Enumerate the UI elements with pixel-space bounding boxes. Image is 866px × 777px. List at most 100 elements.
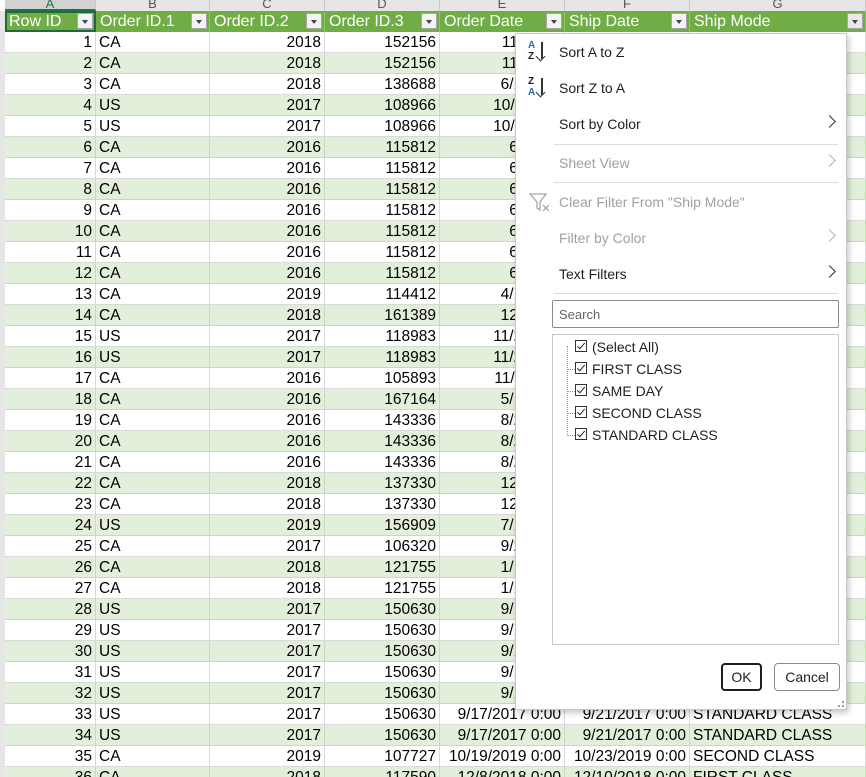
table-cell[interactable]: 105893	[325, 368, 440, 389]
table-cell[interactable]: 152156	[325, 32, 440, 53]
table-cell[interactable]: 150630	[325, 641, 440, 662]
table-cell[interactable]: 18	[5, 389, 96, 410]
checkbox-checked-icon[interactable]	[575, 428, 587, 440]
table-cell[interactable]: 1	[5, 32, 96, 53]
filter-dropdown-button[interactable]	[306, 13, 322, 29]
table-cell[interactable]: 2016	[210, 137, 325, 158]
table-cell[interactable]: 34	[5, 725, 96, 746]
table-cell[interactable]: 150630	[325, 662, 440, 683]
table-cell[interactable]: 106320	[325, 536, 440, 557]
table-cell[interactable]: CA	[96, 263, 210, 284]
table-cell[interactable]: 2018	[210, 53, 325, 74]
table-cell[interactable]: 2018	[210, 494, 325, 515]
table-cell[interactable]: CA	[96, 32, 210, 53]
table-cell[interactable]: 2018	[210, 767, 325, 777]
table-cell[interactable]: 115812	[325, 137, 440, 158]
table-cell[interactable]: CA	[96, 242, 210, 263]
table-cell[interactable]: CA	[96, 389, 210, 410]
table-cell[interactable]: CA	[96, 221, 210, 242]
table-cell[interactable]: 12/10/2018 0:00	[565, 767, 690, 777]
filter-search-input[interactable]	[552, 300, 839, 328]
table-cell[interactable]: 19	[5, 410, 96, 431]
checkbox-checked-icon[interactable]	[575, 406, 587, 418]
table-cell[interactable]: 2016	[210, 221, 325, 242]
filter-dropdown-button[interactable]	[671, 13, 687, 29]
table-cell[interactable]: 2016	[210, 452, 325, 473]
table-cell[interactable]: STANDARD CLASS	[690, 725, 866, 746]
table-cell[interactable]: CA	[96, 578, 210, 599]
header-cell[interactable]: Order ID.2	[210, 11, 325, 32]
table-cell[interactable]: 2016	[210, 410, 325, 431]
table-cell[interactable]: 137330	[325, 473, 440, 494]
table-cell[interactable]: CA	[96, 473, 210, 494]
column-letter-b[interactable]: B	[96, 0, 210, 11]
table-cell[interactable]: 107727	[325, 746, 440, 767]
table-cell[interactable]: 150630	[325, 725, 440, 746]
table-cell[interactable]: 11	[5, 242, 96, 263]
table-cell[interactable]: 121755	[325, 578, 440, 599]
table-cell[interactable]: 16	[5, 347, 96, 368]
table-cell[interactable]: 10/19/2019 0:00	[440, 746, 565, 767]
checkbox-checked-icon[interactable]	[575, 340, 587, 352]
table-cell[interactable]: 10/23/2019 0:00	[565, 746, 690, 767]
table-cell[interactable]: CA	[96, 767, 210, 777]
table-cell[interactable]: 2017	[210, 683, 325, 704]
filter-value-item[interactable]: STANDARD CLASS	[575, 424, 718, 446]
table-cell[interactable]: 10	[5, 221, 96, 242]
table-cell[interactable]: CA	[96, 431, 210, 452]
table-cell[interactable]: 115812	[325, 200, 440, 221]
filter-dropdown-button[interactable]	[421, 13, 437, 29]
table-cell[interactable]: 143336	[325, 452, 440, 473]
header-cell[interactable]: Row ID	[5, 11, 96, 32]
table-cell[interactable]: 30	[5, 641, 96, 662]
sort-by-color-item[interactable]: Sort by Color	[516, 106, 846, 142]
table-cell[interactable]: 7	[5, 158, 96, 179]
ok-button[interactable]: OK	[721, 663, 762, 691]
table-cell[interactable]: 2017	[210, 347, 325, 368]
table-cell[interactable]: 12/8/2018 0:00	[440, 767, 565, 777]
table-cell[interactable]: US	[96, 599, 210, 620]
table-cell[interactable]: 2017	[210, 95, 325, 116]
table-cell[interactable]: 2016	[210, 242, 325, 263]
table-cell[interactable]: CA	[96, 53, 210, 74]
table-cell[interactable]: 2018	[210, 32, 325, 53]
table-cell[interactable]: 114412	[325, 284, 440, 305]
table-cell[interactable]: 2017	[210, 599, 325, 620]
column-letter-c[interactable]: C	[210, 0, 325, 11]
table-cell[interactable]: 15	[5, 326, 96, 347]
table-cell[interactable]: 8	[5, 179, 96, 200]
table-cell[interactable]: 9	[5, 200, 96, 221]
table-cell[interactable]: 2018	[210, 473, 325, 494]
table-cell[interactable]: 24	[5, 515, 96, 536]
table-cell[interactable]: 33	[5, 704, 96, 725]
table-cell[interactable]: 2016	[210, 431, 325, 452]
filter-dropdown-button[interactable]	[546, 13, 562, 29]
table-cell[interactable]: 9/21/2017 0:00	[565, 725, 690, 746]
table-cell[interactable]: CA	[96, 284, 210, 305]
filter-value-item[interactable]: SAME DAY	[575, 380, 663, 402]
table-cell[interactable]: 9/17/2017 0:00	[440, 725, 565, 746]
table-cell[interactable]: 115812	[325, 242, 440, 263]
table-cell[interactable]: 150630	[325, 599, 440, 620]
table-cell[interactable]: CA	[96, 746, 210, 767]
table-cell[interactable]: 2017	[210, 725, 325, 746]
table-cell[interactable]: 5	[5, 116, 96, 137]
checkbox-checked-icon[interactable]	[575, 362, 587, 374]
table-cell[interactable]: SECOND CLASS	[690, 746, 866, 767]
table-cell[interactable]: 12	[5, 263, 96, 284]
table-cell[interactable]: 2018	[210, 74, 325, 95]
table-cell[interactable]: 2017	[210, 704, 325, 725]
table-cell[interactable]: CA	[96, 137, 210, 158]
table-cell[interactable]: CA	[96, 74, 210, 95]
table-cell[interactable]: 21	[5, 452, 96, 473]
table-cell[interactable]: 25	[5, 536, 96, 557]
table-cell[interactable]: 4	[5, 95, 96, 116]
table-cell[interactable]: 118983	[325, 326, 440, 347]
table-cell[interactable]: US	[96, 725, 210, 746]
table-cell[interactable]: 2017	[210, 620, 325, 641]
header-cell[interactable]: Order Date	[440, 11, 565, 32]
table-cell[interactable]: US	[96, 620, 210, 641]
table-cell[interactable]: 36	[5, 767, 96, 777]
table-cell[interactable]: 150630	[325, 683, 440, 704]
table-cell[interactable]: 2019	[210, 746, 325, 767]
